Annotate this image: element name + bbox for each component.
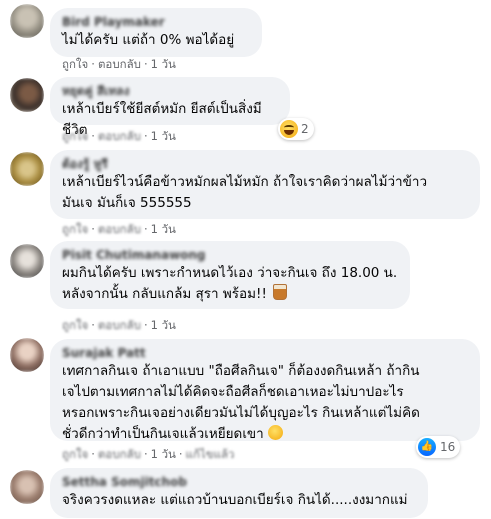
avatar[interactable] xyxy=(10,244,44,278)
avatar[interactable] xyxy=(10,78,44,112)
like-button[interactable]: ถูกใจ xyxy=(62,447,88,461)
comment-text: ผมกินได้ครับ เพราะกำหนดไว้เอง ว่าจะกินเจ… xyxy=(62,263,398,305)
reply-button[interactable]: ตอบกลับ xyxy=(98,222,141,236)
reaction-count: 2 xyxy=(301,122,309,136)
comment-actions: ถูกใจ · ตอบกลับ · 1 วัน xyxy=(62,222,176,236)
reply-button[interactable]: ตอบกลับ xyxy=(98,57,141,71)
comment-text: เหล้าเบียร์ไวน์คือข้าวหมักผลไม้หมัก ถ้าใ… xyxy=(62,174,428,211)
comment-author[interactable]: Pisit Chutimanawong xyxy=(62,247,398,263)
comment-text-body: ผมกินได้ครับ เพราะกำหนดไว้เอง ว่าจะกินเจ… xyxy=(62,265,398,302)
comment-actions: ถูกใจ · ตอบกลับ · 1 วัน xyxy=(62,57,176,71)
tongue-face-icon xyxy=(267,425,283,440)
like-button[interactable]: ถูกใจ xyxy=(62,57,88,71)
reply-button[interactable]: ตอบกลับ xyxy=(98,447,141,461)
reaction-summary[interactable]: 👍 16 xyxy=(416,436,461,458)
comment-bubble: Pisit Chutimanawong ผมกินได้ครับ เพราะกำ… xyxy=(50,241,410,309)
comment-bubble: Surajak Patt เทศกาลกินเจ ถ้าเอาแบบ "ถือศ… xyxy=(50,339,480,442)
comment-text: ไม่ได้ครับ แต่ถ้า 0% พอได้อยู่ xyxy=(62,32,235,48)
comment-bubble: หยุดคู่ สีเทลง เหล้าเบียร์ใช้ยีสต์หมัก ย… xyxy=(50,77,290,138)
comment-text: จริงควรงดแหละ แต่แถวบ้านบอกเบียร์เจ กินไ… xyxy=(62,492,408,508)
like-button[interactable]: ถูกใจ xyxy=(62,318,88,332)
avatar[interactable] xyxy=(10,152,44,186)
avatar[interactable] xyxy=(10,338,44,372)
avatar[interactable] xyxy=(10,470,44,504)
reply-button[interactable]: ตอบกลับ xyxy=(98,129,141,143)
comment-actions: ถูกใจ · ตอบกลับ · 1 วัน xyxy=(62,129,176,143)
drink-icon xyxy=(272,284,287,300)
comment-time[interactable]: 1 วัน xyxy=(151,129,176,143)
reaction-count: 16 xyxy=(440,440,456,454)
comment-author[interactable]: Bird Playmaker xyxy=(62,14,250,30)
comment-bubble: Bird Playmaker ไม่ได้ครับ แต่ถ้า 0% พอได… xyxy=(50,8,262,57)
comment-time[interactable]: 1 วัน xyxy=(151,447,176,461)
comment-actions: ถูกใจ · ตอบกลับ · 1 วัน · แก้ไขแล้ว xyxy=(62,447,235,461)
reaction-summary[interactable]: 2 xyxy=(278,118,314,140)
reply-button[interactable]: ตอบกลับ xyxy=(98,318,141,332)
comment-time[interactable]: 1 วัน xyxy=(151,57,176,71)
thumbs-up-icon: 👍 xyxy=(418,438,436,456)
comment-bubble: Settha Somjitchob จริงควรงดแหละ แต่แถวบ้… xyxy=(50,468,428,518)
haha-face-icon xyxy=(280,120,298,138)
comment-bubble: ต้องรู้ หูรี เหล้าเบียร์ไวน์คือข้าวหมักผ… xyxy=(50,150,480,219)
comment-text-body: เทศกาลกินเจ ถ้าเอาแบบ "ถือศีลกินเจ" ก็ต้… xyxy=(62,363,420,442)
comment-time[interactable]: 1 วัน xyxy=(151,222,176,236)
comment-text: เทศกาลกินเจ ถ้าเอาแบบ "ถือศีลกินเจ" ก็ต้… xyxy=(62,361,468,445)
comment-time[interactable]: 1 วัน xyxy=(151,318,176,332)
avatar[interactable] xyxy=(10,4,44,38)
comment-author[interactable]: ต้องรู้ หูรี xyxy=(62,156,468,172)
comment-author[interactable]: Settha Somjitchob xyxy=(62,474,416,490)
like-button[interactable]: ถูกใจ xyxy=(62,222,88,236)
edited-label: แก้ไขแล้ว xyxy=(185,447,235,461)
comment-author[interactable]: Surajak Patt xyxy=(62,345,468,361)
comment-actions: ถูกใจ · ตอบกลับ · 1 วัน xyxy=(62,318,176,332)
comment-author[interactable]: หยุดคู่ สีเทลง xyxy=(62,83,278,99)
like-button[interactable]: ถูกใจ xyxy=(62,129,88,143)
